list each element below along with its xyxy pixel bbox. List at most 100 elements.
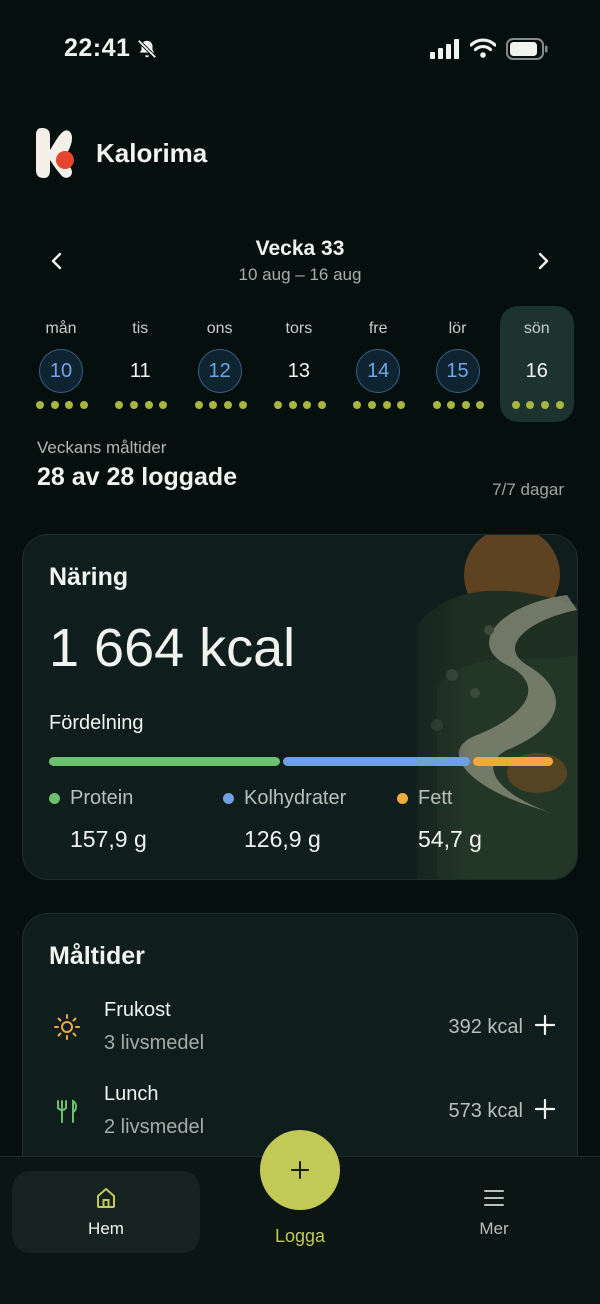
nutrition-card[interactable]: Näring 1 664 kcal Fördelning Protein 157…	[22, 534, 578, 880]
meal-dot	[303, 401, 312, 409]
meal-dot	[555, 401, 564, 409]
meal-dot	[144, 401, 153, 409]
meal-dot	[447, 401, 456, 409]
add-breakfast-button[interactable]	[533, 1013, 557, 1037]
day-name: ons	[206, 320, 233, 337]
plus-icon	[291, 1161, 309, 1179]
macro-label: Protein	[70, 787, 134, 809]
weekly-meals-value: 28 av 28 loggade	[37, 463, 238, 491]
day-name: tors	[285, 320, 313, 337]
days-logged-count: 7/7 dagar	[492, 480, 564, 499]
day-selector: mån 10 tis 11 ons 12 tors 13 fre 14 lör 15 sön 16	[22, 306, 578, 422]
day-number: 10	[39, 349, 83, 393]
meal-dot	[541, 401, 550, 409]
meal-dots	[273, 401, 326, 409]
nutrition-title: Näring	[49, 563, 129, 591]
day-12[interactable]: ons 12	[183, 306, 257, 422]
sun-icon	[54, 1014, 80, 1040]
week-navigator: Vecka 33 10 aug – 16 aug	[0, 232, 600, 292]
nav-home[interactable]: Hem	[12, 1171, 200, 1253]
app-title: Kalorima	[96, 137, 208, 168]
day-number: 14	[356, 349, 401, 393]
meal-dot	[432, 401, 441, 409]
week-title: Vecka 33	[255, 237, 345, 260]
meal-dot	[382, 401, 391, 409]
meal-dots	[353, 401, 406, 409]
meal-dot	[461, 401, 470, 409]
nav-more-label: Mer	[479, 1219, 509, 1238]
meal-row-breakfast[interactable]: Frukost 3 livsmedel 392 kcal	[23, 999, 579, 1063]
day-name: sön	[523, 320, 550, 337]
day-number: 12	[197, 349, 242, 393]
macro-value: 126,9 g	[244, 826, 321, 852]
carbs-dot-icon	[223, 793, 234, 804]
meal-dots	[194, 401, 247, 409]
meal-name: Frukost	[104, 999, 171, 1021]
day-14[interactable]: fre 14	[341, 306, 415, 422]
day-number: 16	[525, 359, 548, 382]
log-button[interactable]	[260, 1130, 340, 1210]
meal-dot	[238, 401, 247, 409]
home-icon	[97, 1188, 115, 1208]
macro-fat: Fett 54,7 g	[397, 787, 482, 853]
status-time: 22:41	[64, 34, 131, 62]
meal-dot	[526, 401, 535, 409]
app-logo	[36, 128, 74, 178]
add-lunch-button[interactable]	[533, 1097, 557, 1121]
meal-dots	[115, 401, 168, 409]
weekly-meals-label: Veckans måltider	[37, 438, 167, 457]
day-16[interactable]: sön 16	[499, 306, 574, 422]
meal-dot	[397, 401, 406, 409]
day-10[interactable]: mån 10	[24, 306, 98, 422]
meal-calories: 392 kcal	[448, 1016, 524, 1038]
chevron-right-icon	[538, 252, 549, 270]
macro-value: 157,9 g	[70, 826, 147, 852]
nav-more[interactable]: Mer	[400, 1171, 588, 1253]
meal-dot	[511, 401, 520, 409]
next-week-button[interactable]	[528, 246, 558, 276]
day-number: 11	[129, 359, 151, 382]
menu-icon	[484, 1190, 504, 1206]
wifi-icon	[470, 38, 496, 58]
meal-calories: 573 kcal	[448, 1100, 524, 1122]
day-number: 13	[287, 359, 311, 382]
meal-dot	[273, 401, 282, 409]
meal-dot	[476, 401, 485, 409]
meal-dots	[511, 401, 564, 409]
day-name: tis	[132, 320, 149, 337]
meal-dot	[36, 401, 44, 409]
signal-icon	[430, 39, 459, 59]
meal-dot	[65, 401, 74, 409]
fat-bar-segment	[472, 757, 553, 766]
meal-dot	[288, 401, 297, 409]
meal-dot	[367, 401, 376, 409]
meal-dot	[159, 401, 168, 409]
total-calories: 1 664 kcal	[49, 618, 296, 678]
meal-dot	[79, 401, 88, 409]
distribution-label: Fördelning	[49, 712, 144, 734]
log-button-label: Logga	[274, 1226, 326, 1246]
carbs-bar-segment	[283, 757, 470, 766]
macro-value: 54,7 g	[418, 826, 482, 852]
nav-home-label: Hem	[88, 1219, 124, 1238]
meal-item-count: 2 livsmedel	[104, 1116, 205, 1138]
protein-dot-icon	[49, 793, 60, 804]
macro-distribution-bar	[49, 757, 553, 766]
day-15[interactable]: lör 15	[421, 306, 495, 422]
fat-dot-icon	[397, 793, 408, 804]
battery-icon	[506, 38, 548, 60]
day-11[interactable]: tis 11	[103, 306, 177, 422]
meal-dot	[50, 401, 59, 409]
day-number: 15	[435, 349, 480, 393]
meal-dots	[36, 401, 88, 409]
meal-item-count: 3 livsmedel	[104, 1032, 205, 1054]
protein-bar-segment	[49, 757, 281, 766]
macro-protein: Protein 157,9 g	[49, 787, 147, 853]
macro-carbs: Kolhydrater 126,9 g	[223, 787, 346, 853]
meal-dot	[223, 401, 232, 409]
meal-dot	[209, 401, 218, 409]
bell-muted-icon	[137, 39, 157, 59]
day-13[interactable]: tors 13	[262, 306, 336, 422]
day-name: lör	[448, 320, 467, 337]
status-bar: 22:41	[0, 0, 600, 96]
